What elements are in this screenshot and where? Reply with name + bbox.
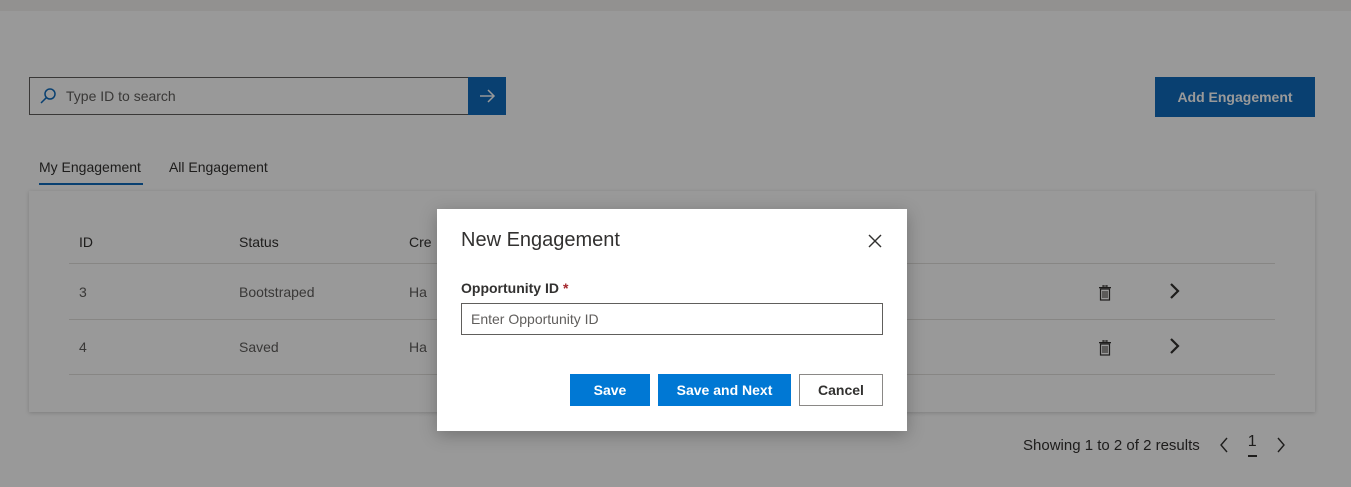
save-and-next-button[interactable]: Save and Next xyxy=(658,374,791,406)
opportunity-id-label: Opportunity ID * xyxy=(461,280,568,296)
close-icon[interactable] xyxy=(865,231,885,251)
required-mark: * xyxy=(563,280,569,296)
save-button[interactable]: Save xyxy=(570,374,650,406)
new-engagement-dialog: New Engagement Opportunity ID* Save Save… xyxy=(437,209,907,431)
cancel-button[interactable]: Cancel xyxy=(799,374,883,406)
opportunity-id-input[interactable] xyxy=(461,303,883,335)
field-label-text: Opportunity ID xyxy=(461,280,559,296)
dialog-title: New Engagement xyxy=(461,229,620,251)
